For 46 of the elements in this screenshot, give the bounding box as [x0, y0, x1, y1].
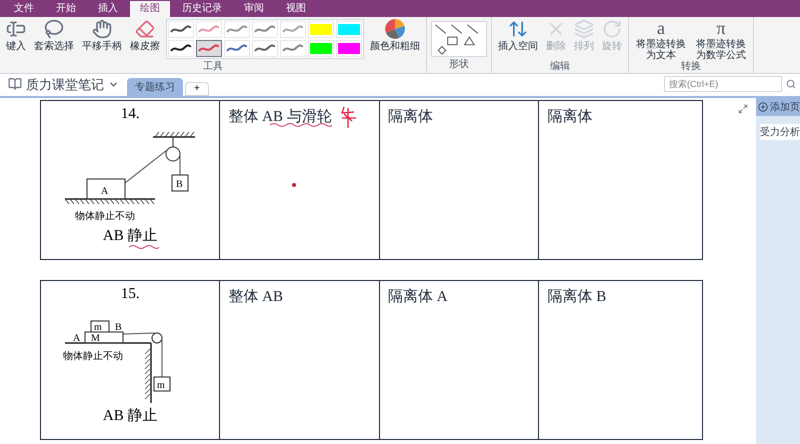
caption: AB 静止 — [102, 227, 158, 245]
diagram-note: 物体静止不动 — [75, 211, 136, 222]
menu-tab[interactable]: 插入 — [88, 1, 128, 17]
add-page-button[interactable]: 添加页 — [756, 98, 800, 116]
section-tab[interactable]: 专题练习 — [127, 78, 183, 96]
letter-a-icon: a — [657, 19, 665, 37]
menu-tab[interactable]: 开始 — [46, 1, 86, 17]
column-heading: 整体 AB 与滑轮 — [228, 109, 332, 125]
column-heading: 整体 AB — [228, 289, 284, 305]
ribbon-button[interactable]: 插入空间 — [496, 19, 540, 52]
menu-tab[interactable]: 绘图 — [130, 1, 170, 17]
block-label: m — [157, 380, 165, 391]
menu-tab[interactable]: 视图 — [276, 1, 316, 17]
pi-symbol-icon: π — [716, 19, 726, 37]
notebook-dropdown[interactable]: 质力课堂笔记 — [26, 74, 119, 94]
diagram-note: 物体静止不动 — [63, 351, 124, 362]
block-label: m — [94, 322, 102, 333]
ribbon-button[interactable]: 橡皮擦 — [128, 19, 162, 52]
ribbon-button[interactable]: 平移手柄 — [80, 19, 124, 52]
block-label: A — [73, 333, 80, 344]
block-label: B — [115, 322, 122, 333]
search-field[interactable]: 搜索(Ctrl+E) — [664, 76, 782, 92]
page-item[interactable]: 受力分析 — [760, 124, 800, 140]
column-heading: 隔离体 A — [388, 289, 448, 305]
menu-tab[interactable]: 历史记录 — [172, 1, 232, 17]
ribbon-button[interactable]: π 将墨迹转换为数学公式 — [693, 19, 749, 61]
menu-tab[interactable]: 文件 — [4, 1, 44, 17]
block-label: A — [101, 186, 108, 197]
add-section-tab[interactable]: + — [185, 82, 209, 96]
column-heading: 隔离体 — [388, 109, 433, 125]
group-label: 工具 — [203, 61, 223, 72]
group-label: 转换 — [681, 61, 701, 72]
group-label: 形状 — [449, 59, 469, 70]
block-label: M — [91, 333, 100, 344]
ribbon-button[interactable]: a 将墨迹转换为文本 — [633, 19, 689, 61]
menu-tab[interactable]: 审阅 — [234, 1, 274, 17]
column-heading: 隔离体 B — [547, 289, 606, 305]
caption: AB 静止 — [102, 407, 158, 425]
color-thickness-button[interactable]: 颜色和粗细 — [368, 19, 422, 52]
column-heading: 隔离体 — [547, 109, 592, 125]
ribbon-button[interactable]: 键入 — [4, 19, 28, 52]
group-label: 编辑 — [550, 61, 570, 72]
problem-number: 15. — [120, 285, 140, 303]
problem-number: 14. — [120, 105, 140, 123]
ribbon-button[interactable]: 套索选择 — [32, 19, 76, 52]
block-label: B — [176, 179, 183, 190]
